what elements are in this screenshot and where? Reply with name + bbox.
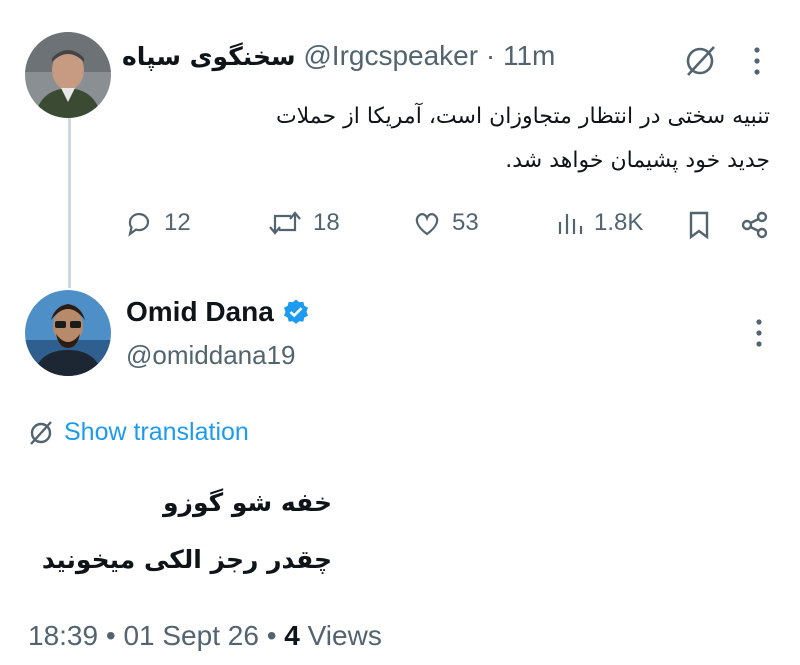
retweet-count: 18	[313, 209, 340, 236]
show-translation-link[interactable]: Show translation	[28, 418, 249, 447]
views-count: 4	[284, 620, 300, 651]
timestamp[interactable]: 11m	[503, 40, 555, 71]
display-name[interactable]: سخنگوی سپاه	[122, 42, 296, 71]
handle[interactable]: @omiddana19	[126, 340, 296, 371]
more-icon[interactable]	[750, 44, 764, 83]
like-icon	[415, 213, 439, 236]
separator: •	[105, 620, 116, 651]
tweet-text: تنبیه سختی در انتظار متجاوزان است، آمریک…	[130, 95, 770, 183]
translate-off-icon	[30, 420, 52, 445]
like-count: 53	[452, 209, 479, 236]
avatar[interactable]	[25, 32, 111, 118]
handle[interactable]: @Irgcspeaker	[303, 40, 478, 71]
views-button[interactable]: 1.8K	[556, 208, 643, 238]
separator: •	[266, 620, 277, 651]
reply-header: Omid Dana	[126, 296, 310, 328]
tweet-header: سخنگوی سپاه @Irgcspeaker · 11m	[122, 40, 555, 72]
views-icon	[558, 214, 583, 234]
separator: ·	[485, 40, 496, 71]
tweet-date[interactable]: 01 Sept 26	[123, 620, 258, 651]
like-button[interactable]: 53	[412, 208, 479, 238]
verified-badge-icon	[283, 299, 308, 324]
retweet-icon	[269, 211, 301, 235]
tweet-meta: 18:39 • 01 Sept 26 • 4 Views	[28, 620, 382, 652]
reply-text-line: چقدر رجز الکی میخونید	[41, 545, 332, 574]
tweet-text-line: جدید خود پشیمان خواهد شد.	[505, 148, 770, 173]
show-translation-label[interactable]: Show translation	[64, 418, 249, 447]
share-icon[interactable]	[740, 210, 770, 245]
more-icon[interactable]	[752, 316, 766, 355]
reply-button[interactable]: 12	[124, 208, 191, 238]
reply-text-line: خفه شو گوزو	[163, 488, 332, 517]
avatar[interactable]	[25, 290, 111, 376]
tweet-text-line: تنبیه سختی در انتظار متجاوزان است، آمریک…	[275, 104, 770, 129]
reply-count: 12	[164, 209, 191, 236]
display-name[interactable]: Omid Dana	[126, 296, 274, 328]
translate-off-icon[interactable]	[683, 44, 717, 83]
views-count: 1.8K	[594, 209, 644, 236]
thread-line	[68, 118, 71, 288]
tweet-time[interactable]: 18:39	[28, 620, 98, 651]
views-label: Views	[307, 620, 382, 651]
retweet-button[interactable]: 18	[267, 208, 340, 238]
bookmark-icon[interactable]	[686, 210, 712, 245]
reply-icon	[128, 212, 150, 237]
